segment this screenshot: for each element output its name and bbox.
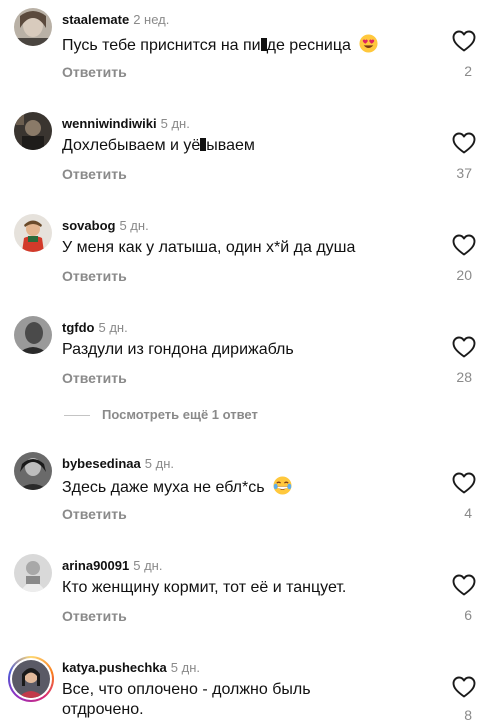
- timestamp: 5 дн.: [170, 660, 200, 675]
- avatar[interactable]: [14, 112, 52, 150]
- comment-text: Кто женщину кормит, тот её и танцует.: [62, 579, 347, 596]
- like-count: 37: [456, 165, 472, 181]
- comment-text: Раздули из гондона дирижабль: [62, 341, 294, 358]
- timestamp: 5 дн.: [144, 456, 174, 471]
- reply-button[interactable]: Ответить: [62, 64, 127, 80]
- reply-button[interactable]: Ответить: [62, 506, 127, 522]
- comment-text: Пусь тебе приснится на пи де ресница: [62, 34, 422, 56]
- comment-text-part: де ресница: [266, 37, 351, 54]
- view-more-replies-label: Посмотреть ещё 1 ответ: [102, 407, 258, 422]
- avatar: [10, 658, 52, 700]
- timestamp: 5 дн.: [133, 558, 163, 573]
- heart-outline-icon[interactable]: [452, 574, 476, 596]
- username[interactable]: tgfdo: [62, 320, 94, 335]
- view-more-replies-button[interactable]: Посмотреть ещё 1 ответ: [64, 407, 258, 423]
- username[interactable]: arina90091: [62, 558, 129, 573]
- heart-outline-icon[interactable]: [452, 132, 476, 154]
- timestamp: 5 дн.: [119, 218, 149, 233]
- comment-text: Дохлебываем и уё ываем: [62, 136, 422, 156]
- comment-meta: staalemate 2 нед.: [62, 12, 169, 28]
- comment-text-part: ываем: [206, 137, 255, 154]
- comment-text: Все, что оплочено - должно быль отдрочен…: [62, 681, 311, 718]
- heart-outline-icon[interactable]: [452, 676, 476, 698]
- divider-line: [64, 415, 90, 417]
- reply-button[interactable]: Ответить: [62, 370, 127, 386]
- avatar[interactable]: [14, 554, 52, 592]
- avatar-with-story-ring[interactable]: [8, 656, 54, 702]
- like-count: 4: [464, 505, 472, 521]
- heart-outline-icon[interactable]: [452, 336, 476, 358]
- reply-button[interactable]: Ответить: [62, 166, 127, 182]
- username[interactable]: bybesedinaa: [62, 456, 141, 471]
- comment-meta: sovabog 5 дн.: [62, 218, 149, 234]
- avatar[interactable]: [14, 452, 52, 490]
- reply-button[interactable]: Ответить: [62, 268, 127, 284]
- comment-text-part: Пусь тебе приснится на пи: [62, 37, 261, 54]
- like-count: 8: [464, 707, 472, 723]
- like-count: 28: [456, 369, 472, 385]
- comment-meta: katya.pushechka 5 дн.: [62, 660, 200, 676]
- heart-outline-icon[interactable]: [452, 472, 476, 494]
- username[interactable]: sovabog: [62, 218, 115, 233]
- heart-outline-icon[interactable]: [452, 30, 476, 52]
- comment-text: У меня как у латыша, один х*й да душа: [62, 239, 356, 256]
- timestamp: 2 нед.: [133, 12, 170, 27]
- like-count: 6: [464, 607, 472, 623]
- comment-text-part: Дохлебываем и уё: [62, 137, 201, 154]
- avatar[interactable]: [14, 8, 52, 46]
- comment-meta: tgfdo 5 дн.: [62, 320, 128, 336]
- like-count: 2: [464, 63, 472, 79]
- heart-outline-icon[interactable]: [452, 234, 476, 256]
- comment-meta: bybesedinaa 5 дн.: [62, 456, 174, 472]
- like-count: 20: [456, 267, 472, 283]
- timestamp: 5 дн.: [98, 320, 128, 335]
- comment-text-part: Здесь даже муха не ебл*сь: [62, 479, 265, 496]
- comment-meta: wenniwindiwiki 5 дн.: [62, 116, 190, 132]
- timestamp: 5 дн.: [160, 116, 190, 131]
- heart-eyes-emoji-icon: [359, 34, 378, 53]
- tears-of-joy-emoji-icon: [273, 476, 292, 495]
- comment-text: Здесь даже муха не ебл*сь: [62, 476, 422, 498]
- avatar[interactable]: [14, 214, 52, 252]
- avatar[interactable]: [14, 316, 52, 354]
- username[interactable]: katya.pushechka: [62, 660, 167, 675]
- comment-meta: arina90091 5 дн.: [62, 558, 162, 574]
- username[interactable]: staalemate: [62, 12, 129, 27]
- username[interactable]: wenniwindiwiki: [62, 116, 157, 131]
- reply-button[interactable]: Ответить: [62, 608, 127, 624]
